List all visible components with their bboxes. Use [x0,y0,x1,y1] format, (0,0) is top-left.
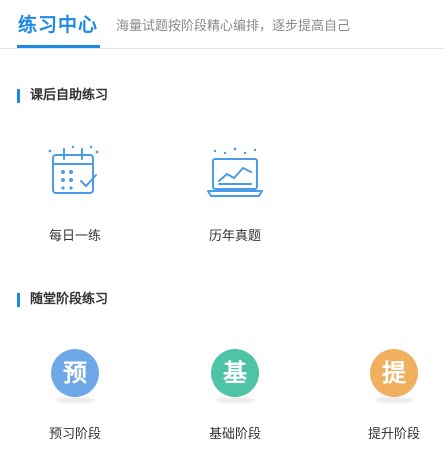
daily-practice-tile[interactable]: 每日一练 [20,143,130,244]
calendar-check-icon [45,143,105,203]
page-header: 练习中心 海量试题按阶段精心编排，逐步提高自己 [0,0,444,49]
advanced-stage-label: 提升阶段 [367,427,420,442]
section-title-self-practice: 课后自助练习 [17,88,217,104]
preview-stage-icon: 预 [51,349,99,397]
section-title-stage-practice: 随堂阶段练习 [17,292,217,308]
basic-stage-label: 基础阶段 [208,427,261,442]
basic-stage-tile[interactable]: 基 基础阶段 [180,349,290,442]
laptop-chart-icon [205,143,265,203]
page-title[interactable]: 练习中心 [18,10,98,37]
active-tab-underline [17,45,100,48]
preview-stage-label: 预习阶段 [48,427,101,442]
section-marker [17,293,20,307]
advanced-stage-icon: 提 [370,349,418,397]
daily-practice-label: 每日一练 [48,229,101,244]
past-exams-tile[interactable]: 历年真题 [180,143,290,244]
page-subtitle: 海量试题按阶段精心编排，逐步提高自己 [116,19,351,34]
section-marker [17,89,20,103]
past-exams-label: 历年真题 [208,229,261,244]
preview-stage-tile[interactable]: 预 预习阶段 [20,349,130,442]
basic-stage-icon: 基 [211,349,259,397]
advanced-stage-tile[interactable]: 提 提升阶段 [339,349,444,442]
